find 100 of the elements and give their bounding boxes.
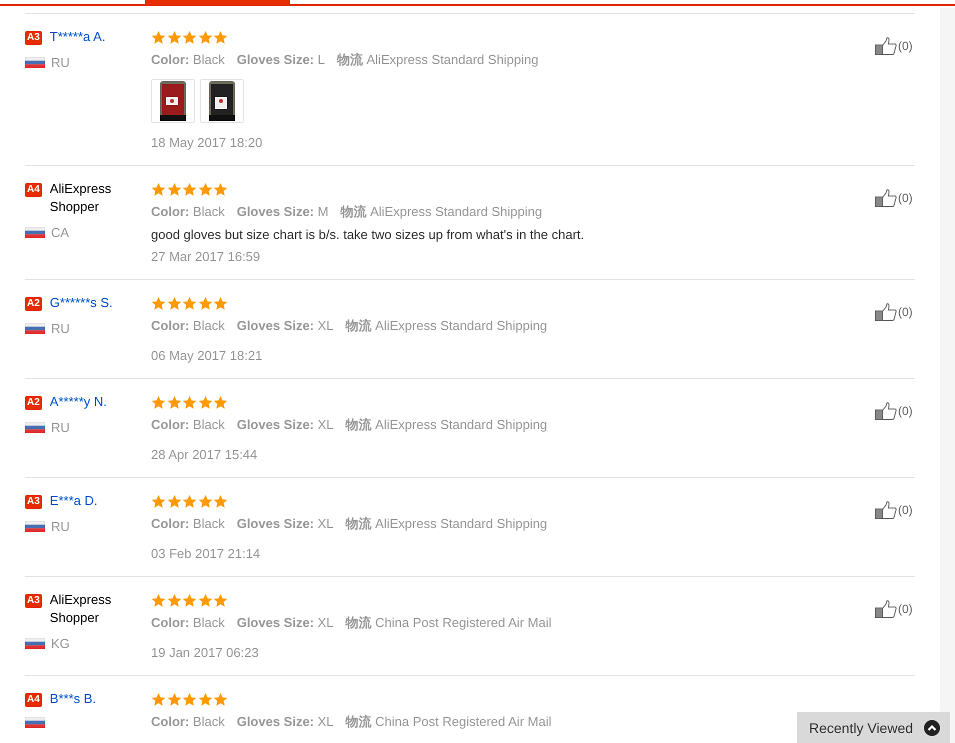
reviewer-name[interactable]: A*****y N. xyxy=(50,393,107,411)
chevron-up-icon xyxy=(924,720,940,736)
star-icon xyxy=(213,296,228,310)
level-badge: A2 xyxy=(25,297,42,311)
star-icon xyxy=(182,296,197,310)
review-date: 06 May 2017 18:21 xyxy=(151,347,264,365)
star-icon xyxy=(198,592,212,608)
reviewer-name: AliExpress Shopper xyxy=(50,591,112,627)
reviewer-name[interactable]: B***s B. xyxy=(50,690,96,708)
order-attribute: 物流 AliExpress Standard Shipping xyxy=(346,515,548,533)
star-icon xyxy=(213,494,228,508)
like-button[interactable]: (0) xyxy=(875,500,915,520)
country-code: RU xyxy=(51,321,70,336)
recently-viewed-button[interactable]: Recently Viewed xyxy=(797,712,950,743)
star-icon xyxy=(166,182,182,196)
photo-thumbnail[interactable] xyxy=(200,79,244,123)
review-text: good gloves but size chart is b/s. take two sizes up from what's in the chart. xyxy=(151,226,586,244)
star-icon xyxy=(182,394,197,410)
thumbs-up-icon xyxy=(875,600,897,618)
star-icon xyxy=(151,592,166,608)
review-date: 27 Mar 2017 16:59 xyxy=(151,248,262,266)
like-button[interactable]: (0) xyxy=(875,302,915,322)
order-attribute: Gloves Size: M xyxy=(236,203,328,221)
star-icon xyxy=(198,296,212,310)
order-attribute: 物流 AliExpress Standard Shipping xyxy=(340,203,542,221)
flag-icon xyxy=(25,57,45,68)
star-icon xyxy=(198,692,212,706)
star-icon xyxy=(166,394,182,410)
star-icon xyxy=(213,182,228,196)
star-icon xyxy=(213,30,228,44)
thumbs-up-icon xyxy=(875,402,897,420)
star-icon xyxy=(151,394,166,410)
order-attribute: Gloves Size: XL xyxy=(236,614,334,632)
order-attribute: Color: Black xyxy=(151,515,225,533)
flag-icon xyxy=(25,717,45,728)
review-date: 19 Jan 2017 06:23 xyxy=(151,644,260,662)
star-icon xyxy=(198,494,212,508)
flag-icon xyxy=(25,521,45,532)
like-button[interactable]: (0) xyxy=(875,599,915,619)
star-icon xyxy=(182,592,197,608)
star-icon xyxy=(213,592,228,608)
level-badge: A3 xyxy=(25,594,42,608)
flag-icon xyxy=(25,638,45,649)
star-icon xyxy=(213,394,228,410)
star-icon xyxy=(151,296,166,310)
order-attribute: Color: Black xyxy=(151,713,225,731)
star-icon xyxy=(151,692,166,706)
country-code: RU xyxy=(51,55,70,70)
order-attribute: Color: Black xyxy=(151,51,225,69)
level-badge: A4 xyxy=(25,693,42,707)
reviewer-name[interactable]: E***a D. xyxy=(50,492,98,510)
star-icon xyxy=(166,30,182,44)
country-code: RU xyxy=(51,420,70,435)
thumbs-up-icon xyxy=(875,501,897,519)
order-attribute: 物流 AliExpress Standard Shipping xyxy=(346,317,548,335)
thumbs-up-icon xyxy=(875,303,897,321)
flag-icon xyxy=(25,323,45,334)
star-icon xyxy=(182,494,197,508)
country-code: RU xyxy=(51,519,70,534)
review-date: 28 Apr 2017 15:44 xyxy=(151,446,258,464)
like-button[interactable]: (0) xyxy=(875,401,915,421)
order-attribute: Gloves Size: XL xyxy=(236,317,334,335)
star-icon xyxy=(166,296,182,310)
flag-icon xyxy=(25,422,45,433)
order-attribute: Color: Black xyxy=(151,416,225,434)
level-badge: A3 xyxy=(25,31,42,45)
level-badge: A4 xyxy=(25,183,42,197)
order-attribute: Gloves Size: L xyxy=(236,51,325,69)
order-attribute: 物流 AliExpress Standard Shipping xyxy=(336,51,538,69)
star-icon xyxy=(182,182,197,196)
like-button[interactable]: (0) xyxy=(875,188,915,208)
star-icon xyxy=(166,494,182,508)
reviewer-name: AliExpress Shopper xyxy=(50,180,112,216)
review-date: 18 May 2017 18:20 xyxy=(151,134,264,152)
reviewer-name[interactable]: G******s S. xyxy=(50,294,113,312)
order-attribute: Color: Black xyxy=(151,614,225,632)
country-code: KG xyxy=(51,636,70,651)
level-badge: A3 xyxy=(25,495,42,509)
country-code: CA xyxy=(51,225,70,240)
star-icon xyxy=(198,394,212,410)
flag-icon xyxy=(25,227,45,238)
star-icon xyxy=(182,30,197,44)
order-attribute: Gloves Size: XL xyxy=(236,416,334,434)
star-icon xyxy=(151,182,166,196)
order-attribute: Color: Black xyxy=(151,203,225,221)
star-icon xyxy=(151,494,166,508)
order-attribute: Gloves Size: XL xyxy=(236,713,334,731)
reviewer-name[interactable]: T*****a A. xyxy=(50,28,106,46)
star-icon xyxy=(182,692,197,706)
like-button[interactable]: (0) xyxy=(875,36,915,56)
star-icon xyxy=(151,30,166,44)
level-badge: A2 xyxy=(25,396,42,410)
star-icon xyxy=(198,30,212,44)
order-attribute: 物流 China Post Registered Air Mail xyxy=(346,713,552,731)
order-attribute: Gloves Size: XL xyxy=(236,515,334,533)
star-icon xyxy=(198,182,212,196)
order-attribute: 物流 AliExpress Standard Shipping xyxy=(346,416,548,434)
star-icon xyxy=(166,692,182,706)
order-attribute: 物流 China Post Registered Air Mail xyxy=(346,614,552,632)
photo-thumbnail[interactable] xyxy=(151,79,195,123)
